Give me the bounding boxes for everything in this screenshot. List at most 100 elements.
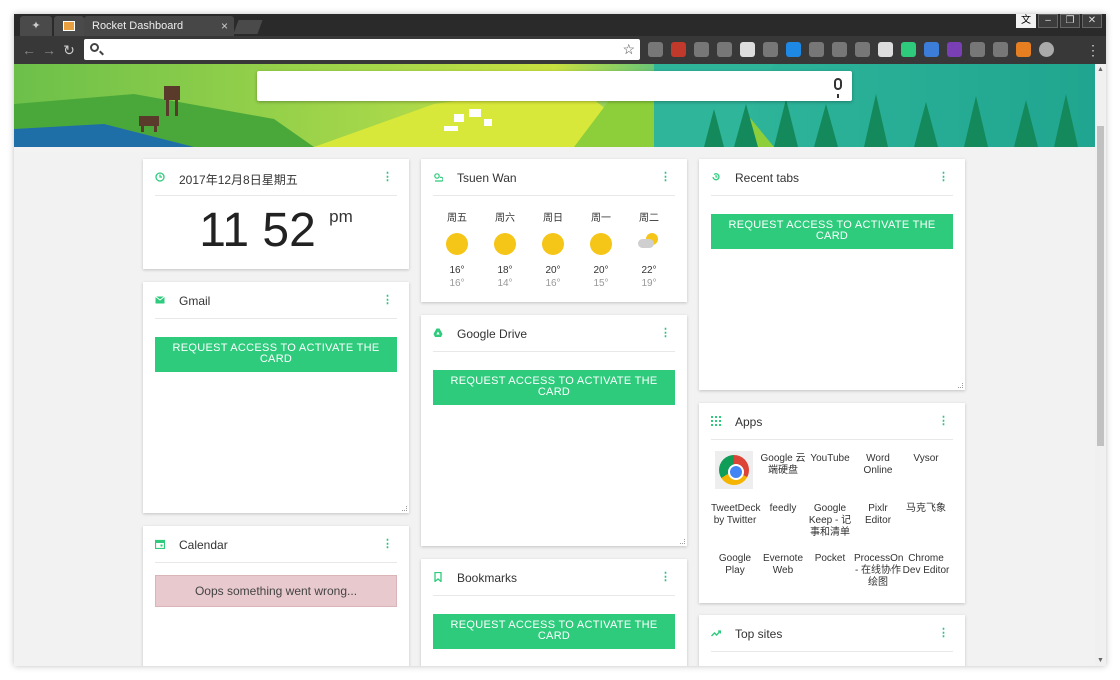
forecast-day: 周一 20° 15° xyxy=(581,209,621,289)
extension-icon[interactable] xyxy=(763,42,778,57)
app-item[interactable]: Vysor xyxy=(902,453,950,465)
back-arrow-icon[interactable]: ← xyxy=(20,41,38,59)
card-menu-icon[interactable]: ⋮ xyxy=(382,537,393,550)
tab-rocket-dashboard[interactable]: Rocket Dashboard × xyxy=(84,16,234,36)
extension-icon[interactable] xyxy=(901,42,916,57)
gmail-card: Gmail ⋮ REQUEST ACCESS TO ACTIVATE THE C… xyxy=(143,282,409,513)
request-access-button[interactable]: REQUEST ACCESS TO ACTIVATE THE CARD xyxy=(433,370,675,405)
app-item[interactable]: Chrome Dev Editor xyxy=(902,553,950,577)
resize-handle[interactable] xyxy=(680,539,685,544)
extension-icon[interactable] xyxy=(809,42,824,57)
tab-close-icon[interactable]: × xyxy=(221,16,228,36)
forecast-day-label: 周六 xyxy=(495,213,515,224)
clock-date: 2017年12月8日星期五 xyxy=(179,173,298,187)
sun-rain-icon xyxy=(638,233,660,255)
bookmark-star-icon[interactable]: ☆ xyxy=(622,41,635,58)
extension-icons xyxy=(648,42,1054,57)
new-tab-button[interactable] xyxy=(233,20,263,34)
app-item[interactable]: Google 云端硬盘 xyxy=(759,453,807,477)
forecast-low: 19° xyxy=(641,278,657,289)
app-item[interactable]: Pocket xyxy=(806,553,854,565)
card-menu-icon[interactable]: ⋮ xyxy=(382,293,393,306)
request-access-button[interactable]: REQUEST ACCESS TO ACTIVATE THE CARD xyxy=(711,214,953,249)
app-item[interactable]: ProcessOn - 在线协作绘图 xyxy=(854,553,903,589)
language-button[interactable]: 文 xyxy=(1016,14,1036,28)
calendar-icon xyxy=(155,539,165,549)
minimize-button[interactable]: – xyxy=(1038,14,1058,28)
trending-icon xyxy=(711,630,721,637)
resize-handle[interactable] xyxy=(958,383,963,388)
forecast-day-label: 周一 xyxy=(591,213,611,224)
page-search-input[interactable] xyxy=(257,71,852,101)
extension-icon[interactable] xyxy=(1039,42,1054,57)
extension-icon[interactable] xyxy=(924,42,939,57)
extension-icon[interactable] xyxy=(855,42,870,57)
extension-icon[interactable] xyxy=(947,42,962,57)
forecast-low: 16° xyxy=(545,278,561,289)
chrome-menu-icon[interactable]: ⋮ xyxy=(1084,41,1102,59)
google-drive-card: Google Drive ⋮ REQUEST ACCESS TO ACTIVAT… xyxy=(421,315,687,546)
extension-icon[interactable] xyxy=(786,42,801,57)
card-title: Top sites xyxy=(735,627,783,641)
card-menu-icon[interactable]: ⋮ xyxy=(660,570,671,583)
forecast-low: 14° xyxy=(497,278,513,289)
restore-button[interactable]: ❐ xyxy=(1060,14,1080,28)
resize-handle[interactable] xyxy=(402,506,407,511)
app-item[interactable]: YouTube xyxy=(806,453,854,465)
scroll-down-arrow-icon[interactable]: ▼ xyxy=(1097,657,1104,664)
extension-icon[interactable] xyxy=(993,42,1008,57)
extension-tab-icon[interactable]: ✦ xyxy=(20,16,52,36)
extension-icon[interactable] xyxy=(648,42,663,57)
scroll-up-arrow-icon[interactable]: ▲ xyxy=(1097,66,1104,73)
app-item[interactable]: Evernote Web xyxy=(759,553,807,577)
app-item[interactable]: Google Keep - 记事和清单 xyxy=(806,503,854,539)
card-menu-icon[interactable]: ⋮ xyxy=(660,326,671,339)
card-menu-icon[interactable]: ⋮ xyxy=(938,170,949,183)
card-header: Apps ⋮ xyxy=(711,403,953,440)
extension-icon[interactable] xyxy=(970,42,985,57)
app-item[interactable]: Pixlr Editor xyxy=(854,503,902,527)
forecast-day: 周二 22° 19° xyxy=(629,209,669,289)
extension-icon[interactable] xyxy=(740,42,755,57)
clock-icon xyxy=(155,172,165,182)
extension-icon[interactable] xyxy=(832,42,847,57)
card-menu-icon[interactable]: ⋮ xyxy=(382,170,393,183)
extension-icon[interactable] xyxy=(694,42,709,57)
card-menu-icon[interactable]: ⋮ xyxy=(938,414,949,427)
request-access-button[interactable]: REQUEST ACCESS TO ACTIVATE THE CARD xyxy=(155,337,397,372)
chrome-web-store-tile[interactable] xyxy=(715,451,753,489)
card-header: Gmail ⋮ xyxy=(155,282,397,319)
page-scrollbar[interactable]: ▲ ▼ xyxy=(1095,64,1106,666)
scrollbar-thumb[interactable] xyxy=(1097,126,1104,446)
pinned-tab[interactable] xyxy=(54,16,84,36)
card-header: Tsuen Wan ⋮ xyxy=(433,159,675,196)
microphone-icon[interactable] xyxy=(834,78,842,98)
address-bar[interactable]: ☆ xyxy=(84,39,640,60)
card-header: Recent tabs ⋮ xyxy=(711,159,953,196)
card-menu-icon[interactable]: ⋮ xyxy=(938,626,949,639)
request-access-button[interactable]: REQUEST ACCESS TO ACTIVATE THE CARD xyxy=(433,614,675,649)
forecast-day-label: 周日 xyxy=(543,213,563,224)
forward-arrow-icon[interactable]: → xyxy=(40,41,58,59)
error-message: Oops something went wrong... xyxy=(155,575,397,607)
bookmarks-card: Bookmarks ⋮ REQUEST ACCESS TO ACTIVATE T… xyxy=(421,559,687,666)
extension-icon[interactable] xyxy=(717,42,732,57)
reload-icon[interactable]: ↻ xyxy=(60,41,78,59)
card-header: Top sites ⋮ xyxy=(711,615,953,652)
forecast-day-label: 周五 xyxy=(447,213,467,224)
extension-icon[interactable] xyxy=(878,42,893,57)
apps-card: Apps ⋮ Google 云端硬盘 YouTube Word Online V… xyxy=(699,403,965,603)
sun-icon xyxy=(542,233,564,255)
clock-ampm: pm xyxy=(329,207,353,226)
app-item[interactable]: 马克飞象 xyxy=(902,503,950,515)
extension-icon[interactable] xyxy=(1016,42,1031,57)
app-item[interactable]: Word Online xyxy=(854,453,902,477)
app-item[interactable]: TweetDeck by Twitter xyxy=(711,503,760,527)
app-item[interactable]: Google Play xyxy=(711,553,759,577)
app-item[interactable]: feedly xyxy=(759,503,807,515)
card-title: Calendar xyxy=(179,538,228,552)
search-icon xyxy=(90,43,99,52)
extension-icon[interactable] xyxy=(671,42,686,57)
close-window-button[interactable]: ✕ xyxy=(1082,14,1102,28)
card-menu-icon[interactable]: ⋮ xyxy=(660,170,671,183)
